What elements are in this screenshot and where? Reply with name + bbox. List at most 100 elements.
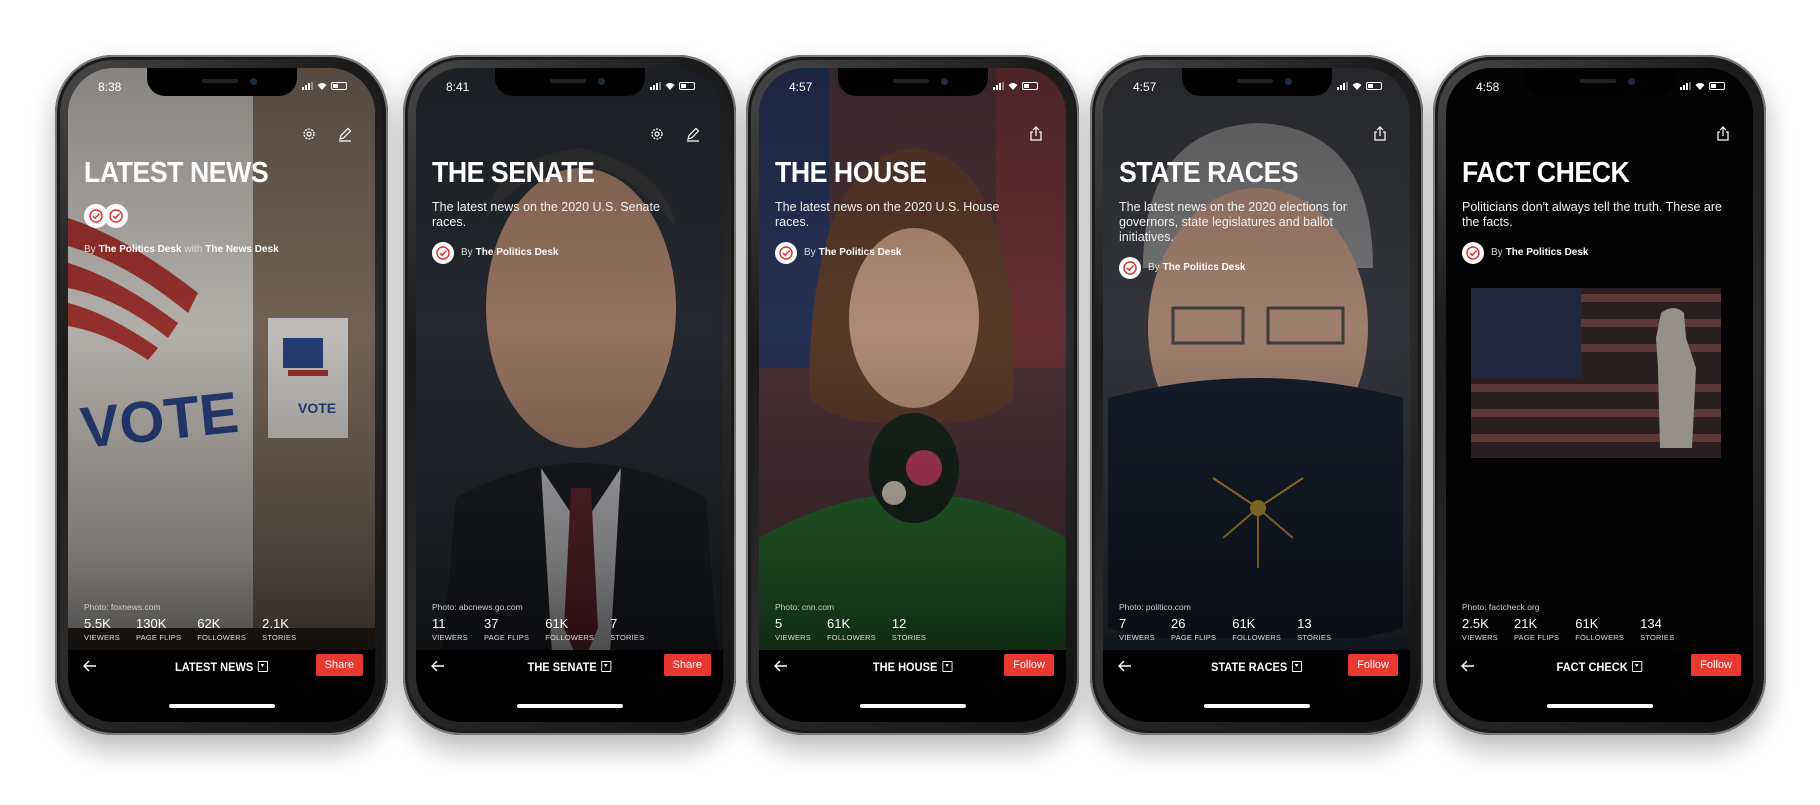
follow-button[interactable]: Follow [1691, 654, 1741, 676]
author-name[interactable]: The Politics Desk [1163, 262, 1246, 273]
stat-label: PAGE FLIPS [1514, 633, 1560, 642]
status-time: 8:41 [446, 80, 470, 94]
bottom-bar: FACT CHECK Follow [1446, 650, 1753, 722]
wifi-icon [317, 83, 327, 90]
stat-page-flips: 37 PAGE FLIPS [484, 617, 529, 642]
author-name[interactable]: The Politics Desk [99, 244, 182, 255]
author2-name[interactable]: The News Desk [205, 244, 278, 255]
follow-button[interactable]: Follow [1348, 654, 1398, 676]
battery-icon [1709, 82, 1725, 90]
edit-icon[interactable] [685, 126, 701, 142]
author-line: By The Politics Desk [432, 241, 707, 264]
stat-followers: 61K FOLLOWERS [1232, 617, 1281, 642]
bar-title-text: LATEST NEWS [174, 660, 254, 674]
phone-latest-news: VOTE VOTE 8:38 LATEST NEWS [55, 55, 388, 735]
stat-page-flips: 130K PAGE FLIPS [136, 617, 181, 642]
chevron-down-icon [941, 661, 953, 672]
battery-icon [331, 82, 347, 90]
stat-label: PAGE FLIPS [484, 633, 530, 642]
share-icon[interactable] [1028, 126, 1044, 142]
home-indicator [516, 704, 623, 708]
author-prefix: By [1491, 247, 1503, 259]
phone-the-house: 4:57 THE HOUSE The latest news on the 20… [746, 55, 1079, 735]
bar-title-text: STATE RACES [1211, 660, 1288, 674]
stat-label: PAGE FLIPS [1171, 633, 1217, 642]
stats-row: 5.5K VIEWERS 130K PAGE FLIPS 62K FOLLOWERS … [84, 617, 296, 642]
top-actions [1372, 126, 1388, 142]
check-icon [109, 209, 123, 223]
screen: 4:57 STATE RACES The latest news on the … [1103, 68, 1410, 722]
phone-fact-check: 4:58 FACT CHECK Politicians don't always… [1433, 55, 1766, 735]
screen: 4:57 THE HOUSE The latest news on the 20… [759, 68, 1066, 722]
politics-desk-logo[interactable] [1119, 256, 1141, 279]
bottom-bar: STATE RACES Follow [1103, 650, 1410, 722]
politics-desk-logo[interactable] [1462, 241, 1484, 264]
stat-label: FOLLOWERS [1232, 633, 1282, 642]
top-actions [649, 126, 701, 142]
politics-desk-logo[interactable] [432, 241, 454, 264]
share-icon[interactable] [1372, 126, 1388, 142]
check-icon [779, 246, 793, 260]
author-prefix: By [84, 243, 96, 255]
magazine-header: THE HOUSE The latest news on the 2020 U.… [775, 157, 1050, 264]
politics-desk-logo[interactable] [775, 241, 797, 264]
author-line: By The Politics Desk with The News Desk [84, 244, 359, 255]
bottom-bar: LATEST NEWS Share [68, 650, 375, 722]
stat-label: PAGE FLIPS [136, 633, 182, 642]
magazine-header: LATEST NEWS By The Politics Desk with Th… [84, 157, 359, 255]
screen: 8:41 THE SENATE The latest news on the 2… [416, 68, 723, 722]
author-name[interactable]: The Politics Desk [819, 247, 902, 258]
share-icon[interactable] [1715, 126, 1731, 142]
notch [494, 68, 645, 96]
stat-label: FOLLOWERS [545, 633, 595, 642]
stats-row: 11 VIEWERS 37 PAGE FLIPS 61K FOLLOWERS 7 STO… [432, 617, 644, 642]
stat-stories: 13 STORIES [1297, 617, 1331, 642]
check-icon [89, 209, 103, 223]
chevron-down-icon [601, 661, 612, 672]
description: Politicians don't always tell the truth.… [1462, 199, 1722, 229]
signal-icon [302, 82, 313, 90]
edit-icon[interactable] [337, 126, 353, 142]
stat-value: 37 [484, 616, 499, 631]
stats-row: 2.5K VIEWERS 21K PAGE FLIPS 61K FOLLOWERS 1… [1462, 617, 1674, 642]
stat-page-flips: 21K PAGE FLIPS [1514, 617, 1559, 642]
stat-value: 130K [136, 616, 167, 631]
gear-icon[interactable] [301, 126, 317, 142]
follow-button[interactable]: Follow [1004, 654, 1054, 676]
stat-label: FOLLOWERS [1575, 633, 1625, 642]
phone-state-races: 4:57 STATE RACES The latest news on the … [1090, 55, 1423, 735]
stat-label: STORIES [1640, 633, 1675, 642]
news-desk-logo[interactable] [104, 203, 128, 228]
stat-viewers: 5 VIEWERS [775, 617, 811, 642]
status-time: 4:58 [1476, 80, 1500, 94]
author-prefix: By [804, 247, 816, 259]
stat-page-flips: 26 PAGE FLIPS [1171, 617, 1216, 642]
stat-value: 61K [827, 616, 851, 631]
photo-credit: Photo: politico.com [1119, 602, 1191, 612]
description: The latest news on the 2020 elections fo… [1119, 199, 1347, 244]
author-prefix: By [461, 247, 473, 259]
chevron-down-icon [257, 661, 269, 672]
chevron-down-icon [1291, 661, 1302, 672]
stat-value: 2.5K [1462, 616, 1489, 631]
stat-stories: 12 STORIES [892, 617, 926, 642]
author-name[interactable]: The Politics Desk [476, 247, 559, 258]
battery-icon [1022, 82, 1038, 90]
top-actions [301, 126, 353, 142]
wifi-icon [1352, 83, 1362, 90]
share-button[interactable]: Share [315, 654, 363, 676]
share-button[interactable]: Share [663, 654, 711, 676]
stat-viewers: 11 VIEWERS [432, 617, 468, 642]
stat-viewers: 5.5K VIEWERS [84, 617, 120, 642]
signal-icon [650, 82, 661, 90]
status-time: 8:38 [98, 80, 122, 94]
photo-credit: Photo: factcheck.org [1462, 602, 1540, 612]
notch [146, 68, 297, 96]
author-name[interactable]: The Politics Desk [1506, 247, 1589, 258]
home-indicator [168, 704, 275, 708]
stat-label: VIEWERS [1119, 633, 1155, 642]
gear-icon[interactable] [649, 126, 665, 142]
status-time: 4:57 [1133, 80, 1157, 94]
chevron-down-icon [1632, 661, 1643, 672]
stat-label: STORIES [1297, 633, 1332, 642]
